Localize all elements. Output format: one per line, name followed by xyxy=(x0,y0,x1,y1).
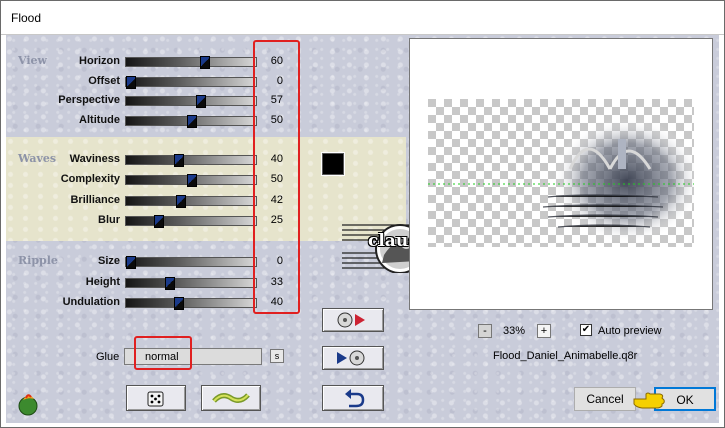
param-label: Perspective xyxy=(58,94,120,106)
plugin-logo-icon[interactable] xyxy=(15,391,41,420)
param-slider[interactable] xyxy=(125,215,257,228)
auto-preview-label: Auto preview xyxy=(598,325,662,337)
param-slider[interactable] xyxy=(125,277,257,290)
dialog-client: View Waves Ripple Horizon 60 Offset 0 Perspe… xyxy=(6,35,719,423)
param-label: Brilliance xyxy=(70,194,120,206)
color-swatch[interactable] xyxy=(322,153,344,175)
param-label: Blur xyxy=(98,214,120,226)
cancel-button[interactable]: Cancel xyxy=(574,387,636,411)
glue-highlight xyxy=(134,336,192,370)
param-label: Horizon xyxy=(79,55,120,67)
param-label: Undulation xyxy=(62,296,120,308)
slider-thumb[interactable] xyxy=(126,256,136,269)
auto-preview-checkbox[interactable]: ✔ xyxy=(580,324,592,336)
param-label: Complexity xyxy=(60,173,120,185)
wave-icon xyxy=(212,393,250,403)
slider-thumb[interactable] xyxy=(154,215,164,228)
param-slider[interactable] xyxy=(125,174,257,187)
slider-thumb[interactable] xyxy=(173,154,184,167)
preview-canvas[interactable] xyxy=(409,38,713,310)
pointing-hand-icon xyxy=(632,390,666,413)
flood-dialog: Flood View Waves Ripple Horizon 60 Offset 0… xyxy=(0,0,725,428)
preview-image xyxy=(428,99,694,247)
zoom-out-button[interactable]: - xyxy=(478,324,492,338)
window-title: Flood xyxy=(11,11,42,25)
dice-icon xyxy=(147,391,164,407)
glue-s-button[interactable]: s xyxy=(270,349,284,363)
param-label: Size xyxy=(97,255,120,267)
slider-thumb[interactable] xyxy=(173,297,184,310)
slider-thumb[interactable] xyxy=(176,195,187,208)
param-slider[interactable] xyxy=(125,76,257,89)
undo-button[interactable] xyxy=(322,385,384,411)
slider-thumb[interactable] xyxy=(187,174,197,187)
param-slider[interactable] xyxy=(125,56,257,69)
preset-filename: Flood_Daniel_Animabelle.q8r xyxy=(493,350,638,362)
zoom-in-button[interactable]: + xyxy=(537,324,551,338)
param-label: Altitude xyxy=(79,114,120,126)
param-label: Height xyxy=(85,276,120,288)
preset-save-button[interactable] xyxy=(322,346,384,370)
param-slider[interactable] xyxy=(125,297,257,310)
slider-thumb[interactable] xyxy=(196,95,207,108)
param-slider[interactable] xyxy=(125,256,257,269)
param-slider[interactable] xyxy=(125,115,257,128)
values-highlight xyxy=(253,40,300,314)
param-slider[interactable] xyxy=(125,195,257,208)
zoom-level: 33% xyxy=(503,325,526,337)
param-slider[interactable] xyxy=(125,95,257,108)
title-bar[interactable]: Flood xyxy=(1,1,724,35)
slider-thumb[interactable] xyxy=(187,115,197,128)
randomize-button[interactable] xyxy=(126,385,186,411)
preset-load-button[interactable] xyxy=(322,308,384,332)
slider-thumb[interactable] xyxy=(126,76,136,89)
glue-label: Glue xyxy=(96,351,120,363)
param-label: Waviness xyxy=(69,153,120,165)
param-slider[interactable] xyxy=(125,154,257,167)
param-label: Offset xyxy=(88,75,120,87)
undo-icon xyxy=(345,389,365,408)
slider-thumb[interactable] xyxy=(164,277,175,290)
slider-thumb[interactable] xyxy=(200,56,211,69)
wave-reset-button[interactable] xyxy=(201,385,261,411)
